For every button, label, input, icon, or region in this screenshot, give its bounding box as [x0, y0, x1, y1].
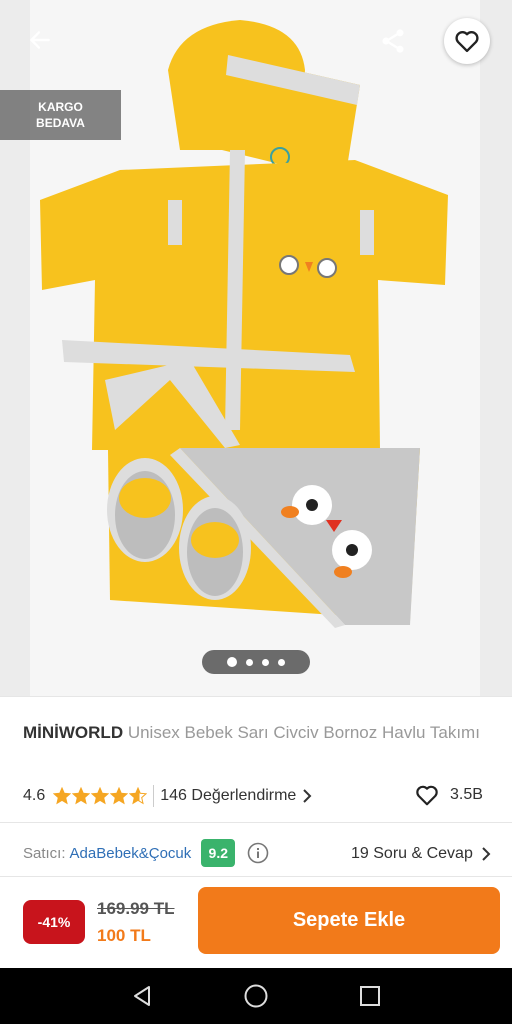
- questions-answers-link[interactable]: 19 Soru & Cevap: [351, 842, 491, 866]
- rating-value: 4.6: [23, 787, 46, 804]
- reviews-label: 146 Değerlendirme: [160, 787, 297, 804]
- favorites-count[interactable]: 3.5B: [414, 782, 483, 808]
- triangle-back-icon: [134, 986, 150, 1006]
- qa-label: 19 Soru & Cevap: [351, 845, 473, 862]
- chevron-right-icon: [482, 847, 491, 861]
- info-icon[interactable]: [247, 842, 269, 864]
- system-navigation-bar: [0, 968, 512, 1024]
- add-to-cart-button[interactable]: Sepete Ekle: [198, 887, 500, 954]
- carousel-dot[interactable]: [227, 657, 237, 667]
- heart-icon: [416, 785, 438, 806]
- reviews-link[interactable]: 146 Değerlendirme: [160, 787, 312, 805]
- share-icon: [382, 29, 404, 53]
- product-title: MİNİWORLD Unisex Bebek Sarı Civciv Borno…: [23, 722, 493, 744]
- divider: [0, 822, 512, 823]
- discount-badge: -41%: [23, 900, 85, 944]
- arrow-left-icon: [30, 31, 50, 49]
- carousel-dot[interactable]: [246, 658, 253, 666]
- nav-recents-button[interactable]: [354, 980, 386, 1012]
- star-icon: [91, 787, 110, 805]
- seller-name-link[interactable]: AdaBebek&Çocuk: [70, 845, 192, 862]
- cargo-badge-line1: KARGO: [38, 100, 83, 114]
- star-icon: [53, 787, 72, 805]
- cargo-badge-line2: BEDAVA: [36, 116, 85, 130]
- heart-icon: [455, 31, 479, 53]
- seller-score-badge: 9.2: [201, 839, 236, 867]
- share-button[interactable]: [372, 20, 414, 62]
- nav-home-button[interactable]: [240, 980, 272, 1012]
- product-brand[interactable]: MİNİWORLD: [23, 723, 123, 742]
- square-recents-icon: [360, 986, 380, 1006]
- carousel-dot[interactable]: [262, 658, 269, 666]
- divider: [153, 785, 155, 807]
- product-name: Unisex Bebek Sarı Civciv Bornoz Havlu Ta…: [127, 723, 480, 742]
- old-price: 169.99 TL: [97, 899, 175, 918]
- nav-back-button[interactable]: [126, 980, 158, 1012]
- chevron-right-icon: [303, 789, 312, 803]
- seller-label: Satıcı:: [23, 844, 66, 862]
- rating-stars: [53, 787, 148, 805]
- star-icon: [129, 787, 148, 805]
- divider: [0, 696, 512, 697]
- carousel-dot[interactable]: [278, 658, 285, 666]
- carousel-indicator[interactable]: [202, 650, 310, 674]
- product-image-carousel[interactable]: KARGO BEDAVA: [0, 0, 512, 696]
- star-icon: [72, 787, 91, 805]
- free-shipping-badge: KARGO BEDAVA: [0, 90, 121, 140]
- star-icon: [110, 787, 129, 805]
- back-button[interactable]: [20, 20, 60, 60]
- favorite-button[interactable]: [444, 18, 490, 64]
- circle-home-icon: [244, 984, 268, 1008]
- favorites-count-value: 3.5B: [450, 786, 483, 803]
- sale-price: 100 TL: [97, 926, 151, 945]
